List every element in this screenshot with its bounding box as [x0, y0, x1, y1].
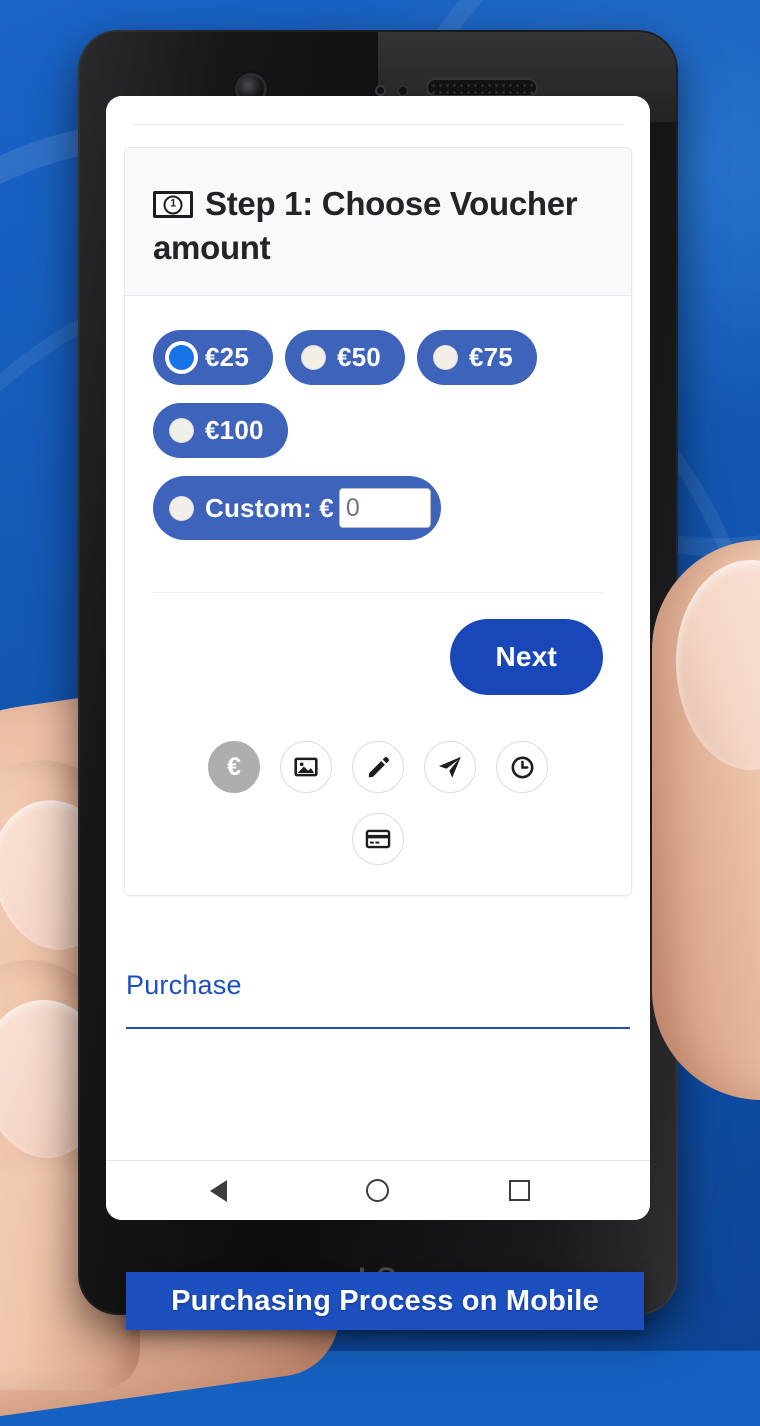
- radio-50[interactable]: [300, 345, 326, 371]
- purchase-section: Purchase: [126, 970, 630, 1030]
- earpiece-speaker-icon: [426, 78, 538, 97]
- paper-plane-icon: [438, 756, 461, 778]
- card-header: 1 Step 1: Choose Voucher amount: [125, 148, 631, 297]
- phone-screen: 1 Step 1: Choose Voucher amount €25 €50 …: [106, 96, 650, 1220]
- page-top-divider: [132, 124, 624, 125]
- amount-option-100-label: €100: [205, 415, 264, 446]
- content-divider: [153, 592, 603, 594]
- amount-option-25-label: €25: [205, 342, 249, 373]
- radio-100[interactable]: [169, 418, 194, 444]
- purchase-link[interactable]: Purchase: [126, 970, 242, 1001]
- card-title-text: Step 1: Choose Voucher amount: [153, 185, 578, 266]
- caption-text: Purchasing Process on Mobile: [171, 1284, 599, 1317]
- step-icons: €: [178, 741, 578, 866]
- page-title: 1 Step 1: Choose Voucher amount: [153, 182, 603, 269]
- radio-25[interactable]: [169, 345, 194, 371]
- clock-icon: [511, 756, 533, 779]
- step-send[interactable]: [424, 741, 476, 794]
- custom-amount-input[interactable]: [338, 488, 431, 529]
- next-button-wrap: Next: [153, 619, 603, 696]
- card-body: €25 €50 €75 €100 Custom: € 0 Next €: [125, 296, 631, 896]
- banknote-icon: 1: [153, 191, 193, 218]
- next-button[interactable]: Next: [449, 619, 603, 696]
- amount-option-75[interactable]: €75: [416, 330, 537, 386]
- voucher-amount-card: 1 Step 1: Choose Voucher amount €25 €50 …: [124, 147, 632, 897]
- home-circle-icon: [366, 1179, 390, 1202]
- amount-options-row-2: €100: [153, 385, 603, 459]
- purchase-underline: [126, 1027, 630, 1030]
- recents-square-icon: [508, 1180, 530, 1201]
- home-button[interactable]: [350, 1163, 406, 1219]
- back-triangle-icon: [210, 1178, 246, 1204]
- pencil-icon: [368, 756, 389, 777]
- step-image[interactable]: [280, 741, 332, 794]
- amount-option-50-label: €50: [336, 342, 381, 373]
- amount-option-50[interactable]: €50: [284, 330, 405, 386]
- step-pencil[interactable]: [352, 741, 404, 794]
- amount-options-row-3: Custom: €: [153, 458, 603, 541]
- android-navigation-bar: [106, 1160, 650, 1220]
- amount-option-100[interactable]: €100: [153, 403, 288, 459]
- step-payment[interactable]: [352, 813, 404, 866]
- amount-option-custom[interactable]: Custom: €: [153, 476, 441, 541]
- step-euro[interactable]: €: [208, 741, 260, 794]
- amount-option-75-label: €75: [468, 342, 513, 373]
- web-page: 1 Step 1: Choose Voucher amount €25 €50 …: [106, 96, 650, 1220]
- proximity-sensor-icon: [375, 85, 386, 96]
- recents-button[interactable]: [491, 1163, 547, 1219]
- image-icon: [294, 757, 318, 777]
- euro-icon: €: [227, 752, 241, 781]
- radio-75[interactable]: [432, 345, 458, 371]
- step-clock[interactable]: [496, 741, 548, 794]
- caption-banner: Purchasing Process on Mobile: [126, 1272, 644, 1330]
- custom-amount-label: Custom: €: [205, 492, 334, 523]
- banknote-coin-digit: 1: [163, 195, 183, 214]
- credit-card-icon: [365, 829, 391, 849]
- amount-options-row-1: €25 €50 €75: [153, 330, 603, 386]
- radio-custom[interactable]: [169, 495, 194, 521]
- amount-option-25[interactable]: €25: [153, 330, 273, 386]
- phone-device: 1 Step 1: Choose Voucher amount €25 €50 …: [78, 30, 678, 1315]
- back-button[interactable]: [209, 1163, 265, 1219]
